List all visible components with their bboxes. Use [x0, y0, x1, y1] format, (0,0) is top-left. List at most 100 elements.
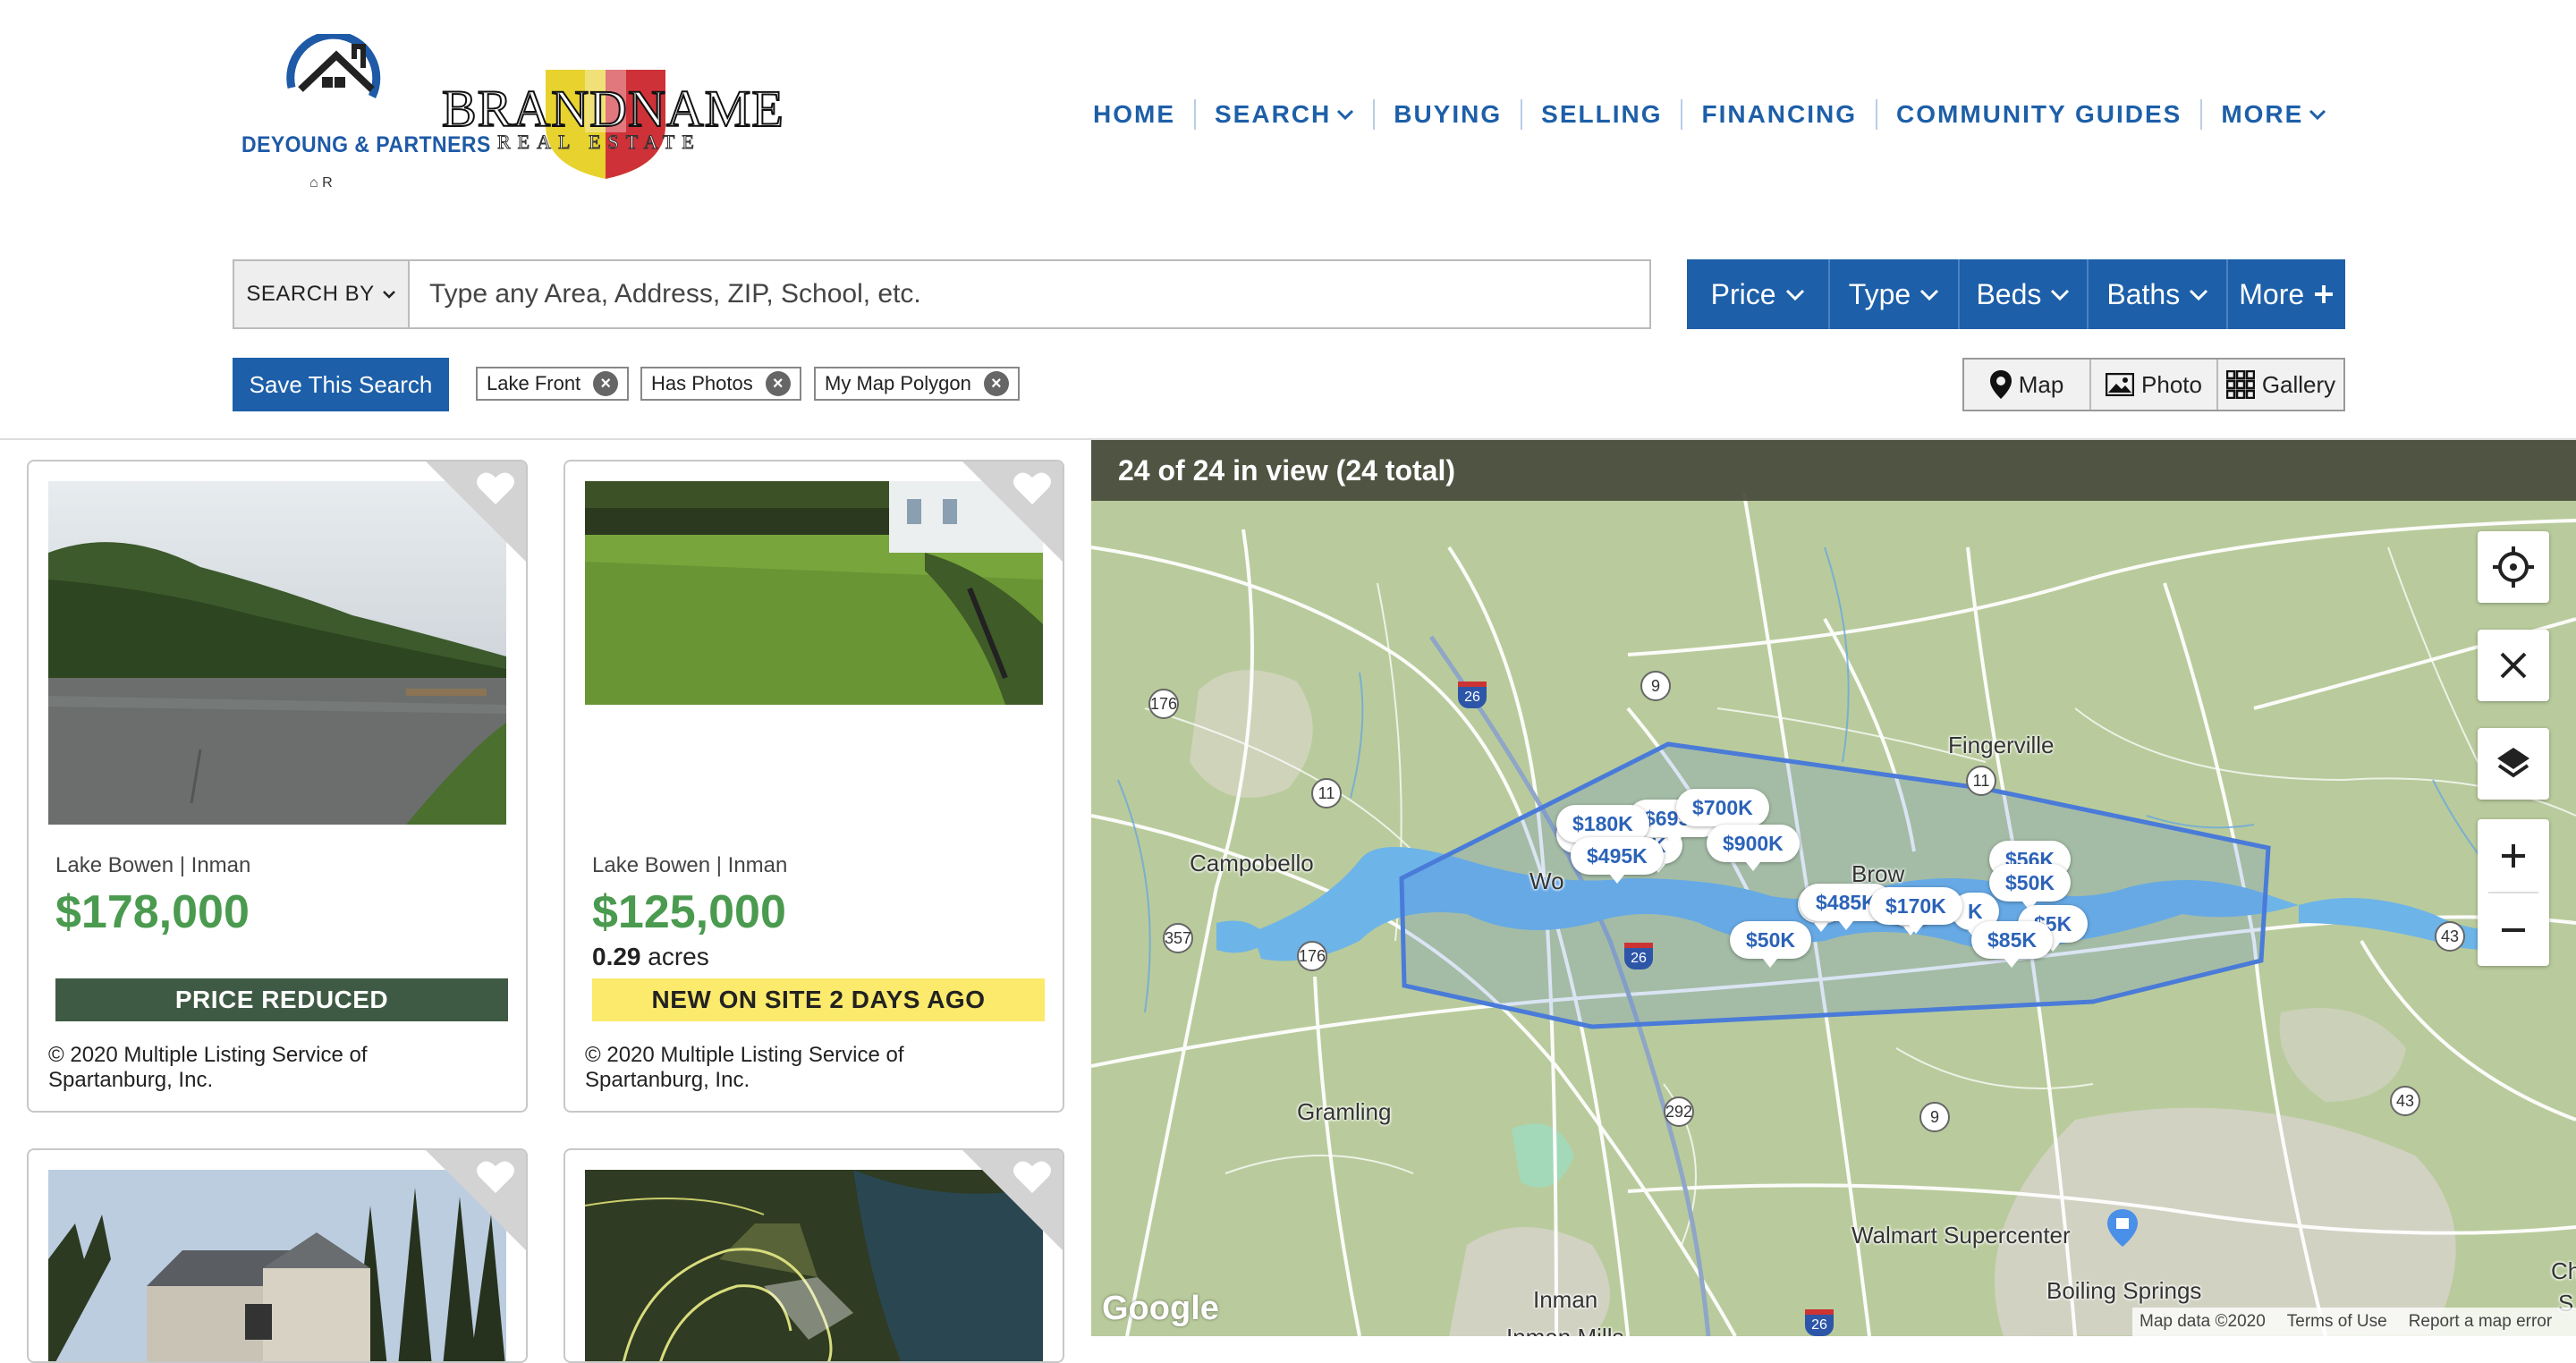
close-icon	[2500, 652, 2527, 679]
locate-me-button[interactable]	[2478, 531, 2549, 603]
grid-icon	[2225, 370, 2255, 399]
nav-buying[interactable]: BUYING	[1394, 100, 1502, 129]
crosshair-icon	[2493, 546, 2534, 588]
chip-lake-front: Lake Front ×	[476, 367, 630, 401]
map-layers-button[interactable]	[2478, 728, 2549, 800]
more-filter-button[interactable]: More	[2228, 259, 2345, 329]
route-shield: 11	[1311, 778, 1342, 808]
type-filter-button[interactable]: Type	[1830, 259, 1960, 329]
minus-icon	[2502, 927, 2525, 932]
search-by-dropdown[interactable]: SEARCH BY	[233, 259, 410, 329]
listing-card[interactable]	[564, 1148, 1064, 1363]
heart-icon[interactable]	[1013, 470, 1052, 506]
interstate-shield: 26	[1458, 682, 1487, 708]
brandname-logo[interactable]: BRANDNAME REAL ESTATE	[440, 70, 784, 179]
terms-link[interactable]: Terms of Use	[2287, 1312, 2387, 1332]
town-label: Campobello	[1190, 850, 1314, 876]
town-label: Boiling Springs	[2046, 1277, 2202, 1304]
heart-icon[interactable]	[476, 1159, 515, 1195]
route-shield: 43	[2390, 1086, 2420, 1116]
town-label: Ch	[2551, 1257, 2576, 1284]
listing-status-banner: NEW ON SITE 2 DAYS AGO	[592, 978, 1045, 1021]
listing-acres: 0.29 acres	[592, 943, 709, 970]
price-pin[interactable]: $50K	[1730, 921, 1811, 968]
view-toggle: Map Photo Gallery	[1962, 358, 2345, 411]
heart-icon[interactable]	[1013, 1159, 1052, 1195]
map-data-credit: Map data ©2020	[2140, 1312, 2266, 1331]
beds-filter-button[interactable]: Beds	[1960, 259, 2089, 329]
nav-search[interactable]: SEARCH	[1215, 100, 1354, 129]
route-shield: 292	[1664, 1096, 1694, 1127]
store-pin-icon[interactable]	[2107, 1209, 2138, 1247]
chip-my-map-polygon: My Map Polygon ×	[814, 367, 1020, 401]
search-map[interactable]: 24 of 24 in view (24 total) Fingerville …	[1091, 440, 2576, 1336]
town-label: Inman Mills	[1506, 1324, 1623, 1336]
listing-card[interactable]: Lake Bowen | Inman $125,000 0.29 acres N…	[564, 460, 1064, 1113]
listing-price: $178,000	[55, 886, 250, 938]
chip-has-photos: Has Photos ×	[640, 367, 801, 401]
listing-card[interactable]: Lake Bowen | Inman $178,000 PRICE REDUCE…	[27, 460, 528, 1113]
zoom-controls	[2478, 819, 2549, 966]
price-pin[interactable]: $700K	[1676, 789, 1769, 835]
price-pin[interactable]: $170K	[1869, 887, 1962, 934]
nav-divider	[1194, 99, 1196, 130]
listing-status-banner: PRICE REDUCED	[55, 978, 508, 1021]
price-pin[interactable]: $495K	[1571, 837, 1664, 884]
brand-sub: REAL ESTATE	[497, 131, 701, 154]
clear-polygon-button[interactable]	[2478, 630, 2549, 701]
gallery-view-button[interactable]: Gallery	[2218, 360, 2343, 410]
route-shield: 9	[1919, 1102, 1950, 1132]
house-roof-icon	[286, 34, 381, 98]
nav-divider	[1681, 99, 1683, 130]
price-filter-button[interactable]: Price	[1687, 259, 1831, 329]
interstate-shield: 26	[1805, 1309, 1834, 1336]
nav-divider	[1521, 99, 1523, 130]
nav-divider	[1876, 99, 1878, 130]
search-input[interactable]	[410, 259, 1651, 329]
nav-more[interactable]: MORE	[2221, 100, 2326, 129]
price-pin[interactable]: $900K	[1707, 825, 1800, 871]
listing-price: $125,000	[592, 886, 786, 938]
town-label: Inman	[1533, 1286, 1598, 1313]
nav-divider	[1373, 99, 1376, 130]
main-nav: HOME SEARCH BUYING SELLING FINANCING COM…	[1093, 98, 2326, 131]
brand-name: BRANDNAME	[441, 79, 784, 139]
listing-copyright: © 2020 Multiple Listing Service of Spart…	[585, 1043, 904, 1092]
listing-card[interactable]	[27, 1148, 528, 1363]
listing-location: Lake Bowen | Inman	[592, 853, 788, 877]
filter-bar: Price Type Beds Baths More	[1687, 259, 2345, 329]
search-by-label: SEARCH BY	[246, 282, 375, 306]
chevron-down-icon	[1337, 109, 1354, 120]
chevron-down-icon	[2309, 109, 2326, 120]
remove-chip-icon[interactable]: ×	[593, 371, 619, 396]
report-error-link[interactable]: Report a map error	[2409, 1312, 2553, 1332]
price-pin[interactable]: $85K	[1971, 921, 2053, 968]
listing-copyright: © 2020 Multiple Listing Service of Spart…	[48, 1043, 368, 1092]
photo-icon	[2106, 373, 2135, 396]
map-pin-icon	[1989, 370, 2012, 399]
zoom-in-button[interactable]	[2478, 819, 2549, 892]
remove-chip-icon[interactable]: ×	[765, 371, 791, 396]
interstate-shield: 26	[1624, 943, 1653, 969]
layers-icon	[2497, 748, 2529, 778]
nav-selling[interactable]: SELLING	[1541, 100, 1662, 129]
nav-financing[interactable]: FINANCING	[1701, 100, 1857, 129]
google-logo: Google	[1102, 1290, 1219, 1327]
town-label: Walmart Supercenter	[1852, 1222, 2071, 1249]
map-view-button[interactable]: Map	[1964, 360, 2091, 410]
heart-icon[interactable]	[476, 470, 515, 506]
deyoung-partners-logo[interactable]: DEYOUNG & PARTNERS ⌂ R	[234, 34, 490, 195]
route-shield: 176	[1297, 941, 1327, 971]
nav-community-guides[interactable]: COMMUNITY GUIDES	[1896, 100, 2182, 129]
map-status-bar: 24 of 24 in view (24 total)	[1091, 440, 2576, 501]
route-shield: 176	[1148, 689, 1179, 719]
map-footer: Map data ©2020 Terms of Use Report a map…	[2132, 1308, 2576, 1336]
nav-home[interactable]: HOME	[1093, 100, 1175, 129]
zoom-out-button[interactable]	[2478, 893, 2549, 966]
remove-chip-icon[interactable]: ×	[983, 371, 1009, 396]
save-search-button[interactable]: Save This Search	[233, 358, 449, 411]
route-shield: 11	[1966, 766, 1996, 796]
baths-filter-button[interactable]: Baths	[2089, 259, 2229, 329]
price-pin[interactable]: $50K	[1989, 864, 2071, 910]
photo-view-button[interactable]: Photo	[2091, 360, 2218, 410]
